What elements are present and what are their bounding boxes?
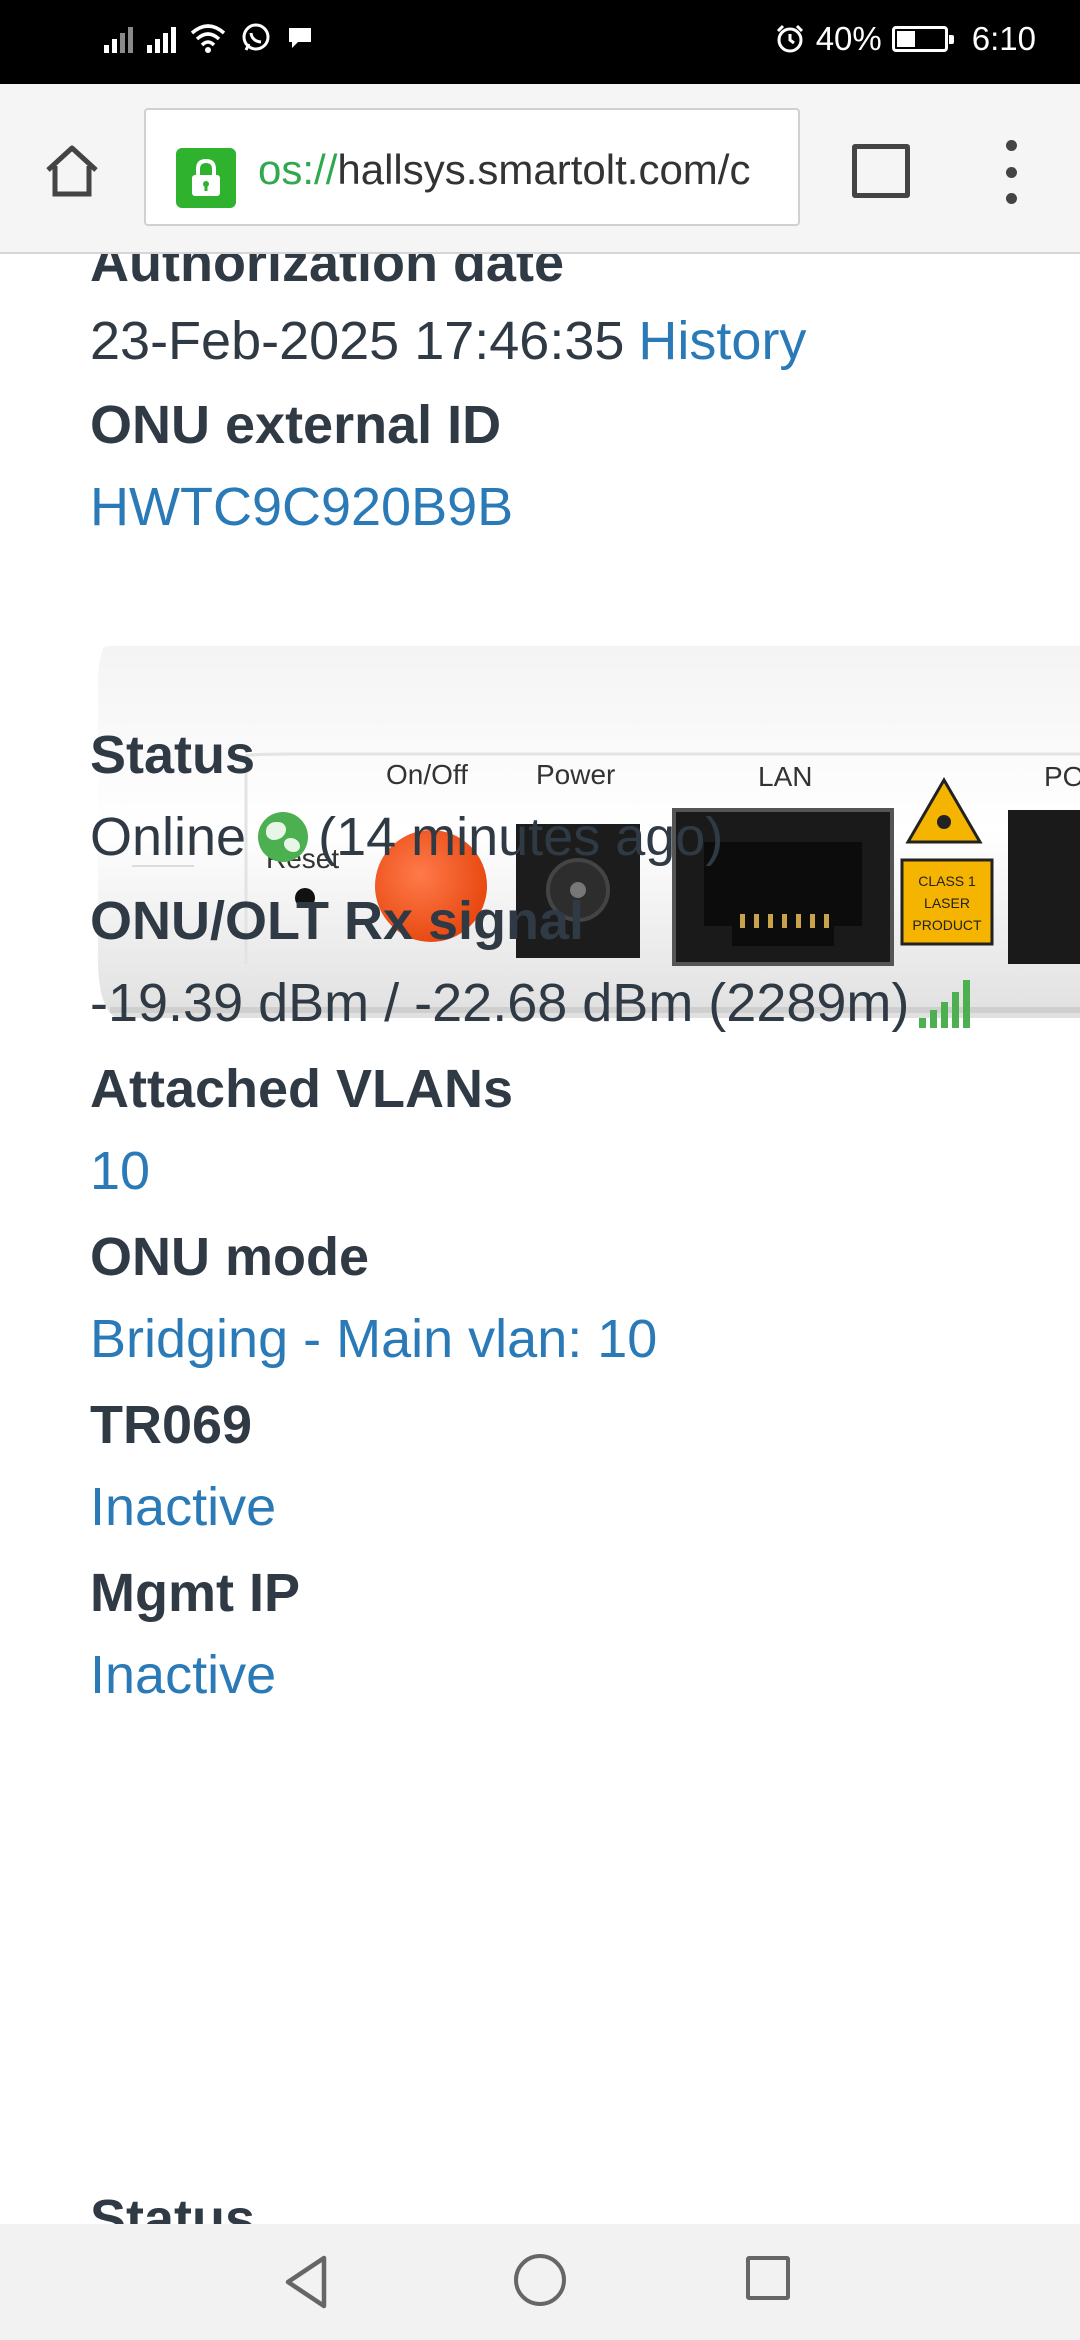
- browser-toolbar: os://hallsys.smartolt.com/c: [0, 84, 1080, 254]
- next-section-label: Status: [90, 2189, 256, 2224]
- url-text[interactable]: os://hallsys.smartolt.com/c: [258, 146, 750, 194]
- onu-mode-value[interactable]: Bridging - Main vlan: 10: [90, 1308, 657, 1370]
- history-link[interactable]: History: [638, 310, 806, 372]
- clock: 6:10: [971, 20, 1036, 57]
- status-since: (14 minutes ago): [318, 807, 724, 867]
- pon-port: [1008, 810, 1080, 964]
- authorization-date-row: 23-Feb-2025 17:46:35 History: [90, 310, 806, 372]
- attached-vlans-value[interactable]: 10: [90, 1140, 150, 1202]
- status-value: Online: [90, 807, 247, 867]
- laser-text-3: PRODUCT: [912, 917, 982, 933]
- message-icon: [289, 28, 311, 48]
- system-status-bar: 40% 6:10: [0, 0, 1080, 84]
- alarm-icon: [776, 24, 803, 53]
- lan-label: LAN: [758, 761, 812, 792]
- rx-signal-label: ONU/OLT Rx signal: [90, 891, 585, 951]
- onu-external-id-label: ONU external ID: [90, 395, 502, 455]
- mgmt-ip-value[interactable]: Inactive: [90, 1644, 276, 1706]
- wifi-icon: [190, 24, 226, 53]
- onu-mode-label: ONU mode: [90, 1227, 370, 1287]
- signal-bars-icon: [919, 978, 971, 1028]
- pon-label: PO: [1044, 761, 1080, 792]
- back-icon[interactable]: [280, 2252, 332, 2312]
- tr069-value[interactable]: Inactive: [90, 1476, 276, 1538]
- address-bar[interactable]: os://hallsys.smartolt.com/c: [144, 108, 800, 226]
- home-icon: [46, 145, 98, 197]
- url-host: hallsys.smartolt.com/c: [337, 146, 751, 193]
- whatsapp-icon: [242, 23, 270, 51]
- laser-text-2: LASER: [924, 895, 970, 911]
- rx-signal-value: -19.39 dBm / -22.68 dBm (2289m): [90, 973, 910, 1033]
- mgmt-ip-label: Mgmt IP: [90, 1563, 300, 1623]
- navigation-bar: [0, 2224, 1080, 2340]
- attached-vlans-label: Attached VLANs: [90, 1059, 514, 1119]
- onoff-label: On/Off: [386, 759, 468, 790]
- more-vert-icon[interactable]: [996, 140, 1026, 204]
- status-left-icons: [104, 22, 314, 54]
- laser-text-1: CLASS 1: [918, 873, 976, 889]
- battery-icon: [891, 26, 954, 52]
- status-right-icons: 40% 6:10: [774, 20, 1036, 58]
- home-nav-icon[interactable]: [514, 2254, 566, 2306]
- battery-percent: 40%: [815, 20, 882, 57]
- rx-signal-row: -19.39 dBm / -22.68 dBm (2289m): [90, 972, 971, 1034]
- authorization-date-label: Authorization date: [90, 254, 564, 293]
- home-button[interactable]: [36, 134, 108, 206]
- tabs-icon[interactable]: [852, 144, 910, 198]
- status-row: Online (14 minutes ago): [90, 806, 723, 868]
- tr069-label: TR069: [90, 1395, 253, 1455]
- globe-icon: [258, 812, 309, 862]
- onu-external-id-value[interactable]: HWTC9C920B9B: [90, 476, 513, 538]
- status-label: Status: [90, 725, 256, 785]
- sim2-signal-icon: [147, 23, 176, 53]
- onu-details: Authorization date 23-Feb-2025 17:46:35 …: [0, 254, 1080, 2224]
- lock-icon[interactable]: [176, 148, 236, 208]
- sim1-signal-icon: [104, 23, 133, 53]
- url-scheme: os://: [258, 146, 338, 193]
- authorization-date-value: 23-Feb-2025 17:46:35: [90, 311, 625, 371]
- power-label: Power: [536, 759, 615, 790]
- recents-icon[interactable]: [746, 2256, 790, 2300]
